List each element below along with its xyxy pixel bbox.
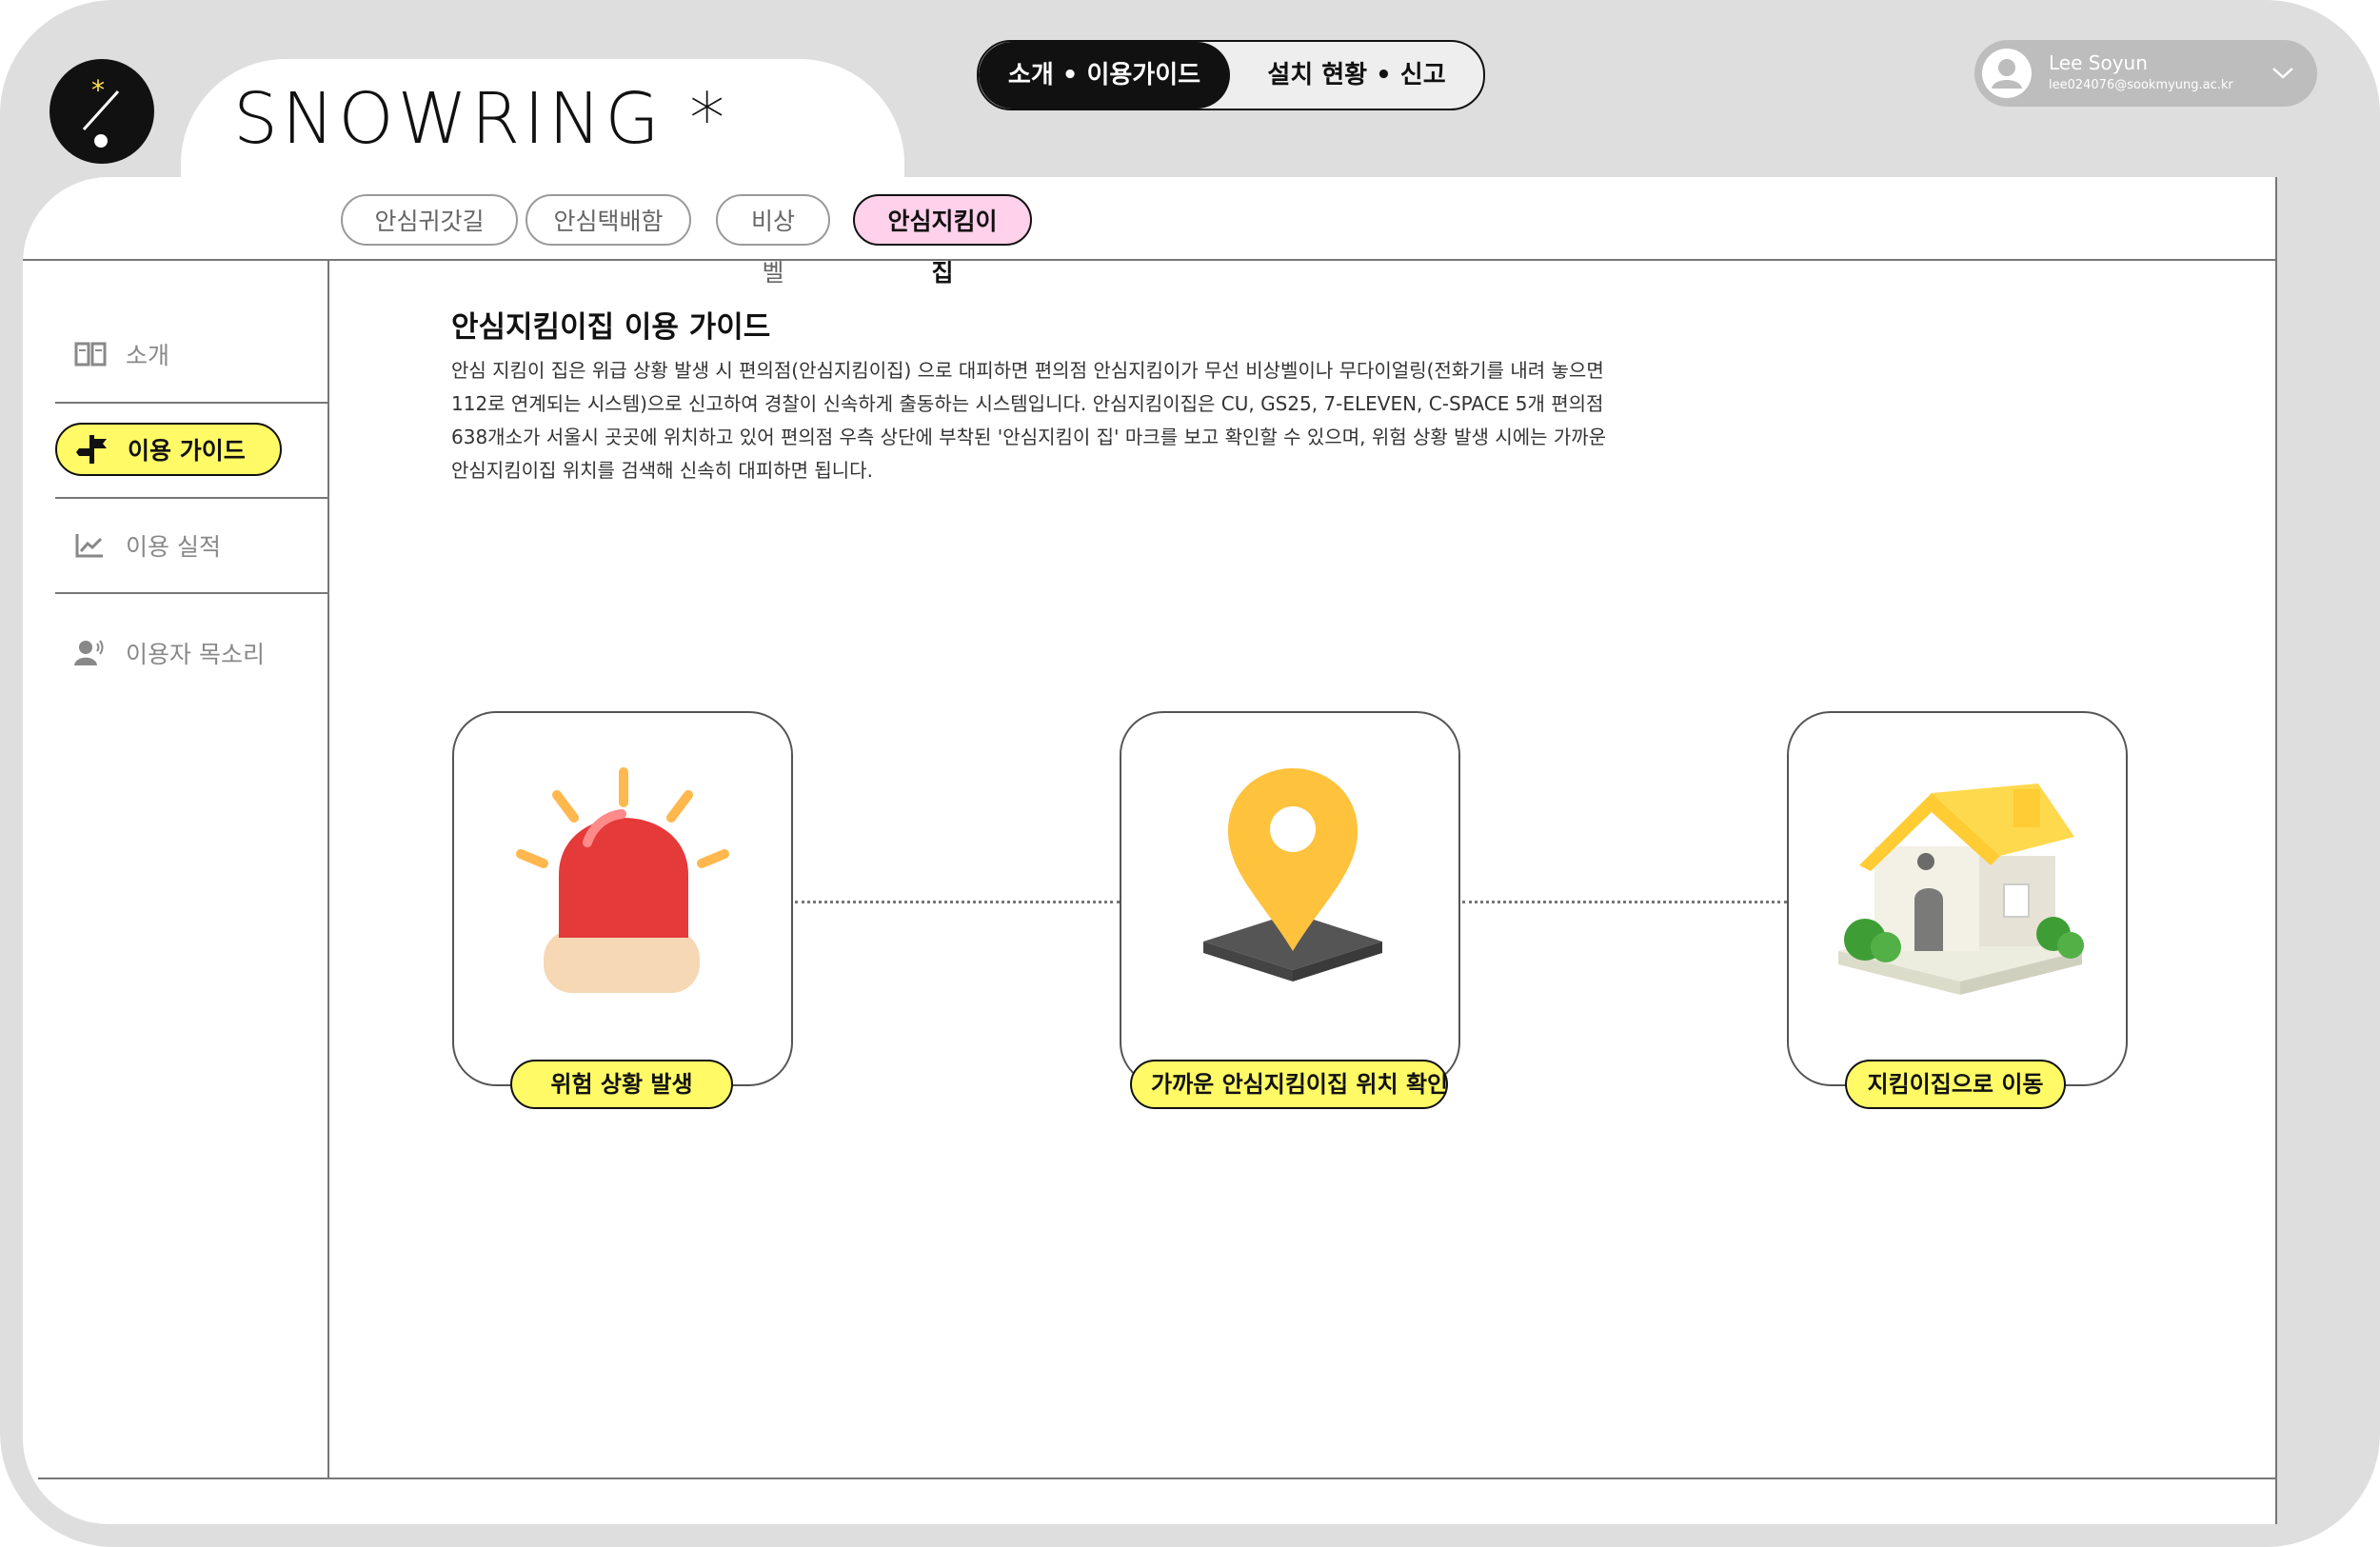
tab-emergency-bell[interactable]: 비상벨 [716,194,830,287]
step-connector [1462,901,1787,903]
step-label-locate: 가까운 안심지킴이집 위치 확인 [1130,1060,1448,1109]
signpost-icon [76,433,114,466]
sidebar-sep [55,592,327,594]
sidebar-sep [55,402,327,404]
footer-divider [38,1478,2275,1479]
brand-wordmark[interactable]: SNOWRING * [233,78,728,160]
sidebar-item-intro[interactable]: 소개 [55,327,169,381]
step-connector [795,901,1120,903]
sidebar-item-label: 이용 가이드 [128,437,246,465]
sidebar-item-label: 소개 [126,342,170,369]
sidebar-sep [55,497,327,499]
tab-safe-parcel[interactable]: 안심택배함 [526,194,691,246]
user-email: lee024076@sookmyung.ac.kr [2049,78,2233,92]
chart-icon [74,532,112,559]
sidebar-item-voice[interactable]: 이용자 목소리 [55,626,265,680]
page-title: 안심지킴이집 이용 가이드 [451,310,771,345]
sidebar-item-label: 이용자 목소리 [126,641,265,668]
top-nav-intro-guide[interactable]: 소개 • 이용가이드 [979,42,1230,109]
svg-text:*: * [91,74,105,106]
page-description: 안심 지킴이 집은 위급 상황 발생 시 편의점(안심지킴이집) 으로 대피하면… [451,359,1607,482]
location-pin-icon [1203,768,1382,982]
step-card-danger [452,711,793,1086]
top-nav-status-report[interactable]: 설치 현황 • 신고 [1230,42,1483,109]
tab-safe-road[interactable]: 안심귀갓길 [341,194,518,246]
step-card-locate [1120,711,1460,1086]
sidebar-item-guide[interactable]: 이용 가이드 [55,423,282,476]
avatar [1982,49,2032,98]
right-edge [2275,177,2277,1524]
step-label-danger: 위험 상황 발생 [510,1060,733,1109]
user-icon [1992,59,2022,89]
tab-safe-house[interactable]: 안심지킴이집 [853,194,1032,287]
voice-icon [74,639,112,667]
step-card-move [1787,711,2128,1086]
header-divider [23,259,2276,261]
logo-icon[interactable]: * [50,59,154,164]
sidebar-divider [327,261,329,1479]
house-icon [1838,783,2084,995]
sidebar-item-performance[interactable]: 이용 실적 [55,519,221,572]
user-menu[interactable]: Lee Soyun lee024076@sookmyung.ac.kr [1974,40,2317,107]
siren-icon [516,767,729,993]
top-nav: 소개 • 이용가이드 설치 현황 • 신고 [977,40,1485,110]
book-icon [74,341,112,367]
user-name: Lee Soyun [2049,51,2148,74]
step-label-move: 지킴이집으로 이동 [1845,1060,2066,1109]
chevron-down-icon[interactable] [2270,59,2296,89]
sidebar-item-label: 이용 실적 [126,533,221,561]
